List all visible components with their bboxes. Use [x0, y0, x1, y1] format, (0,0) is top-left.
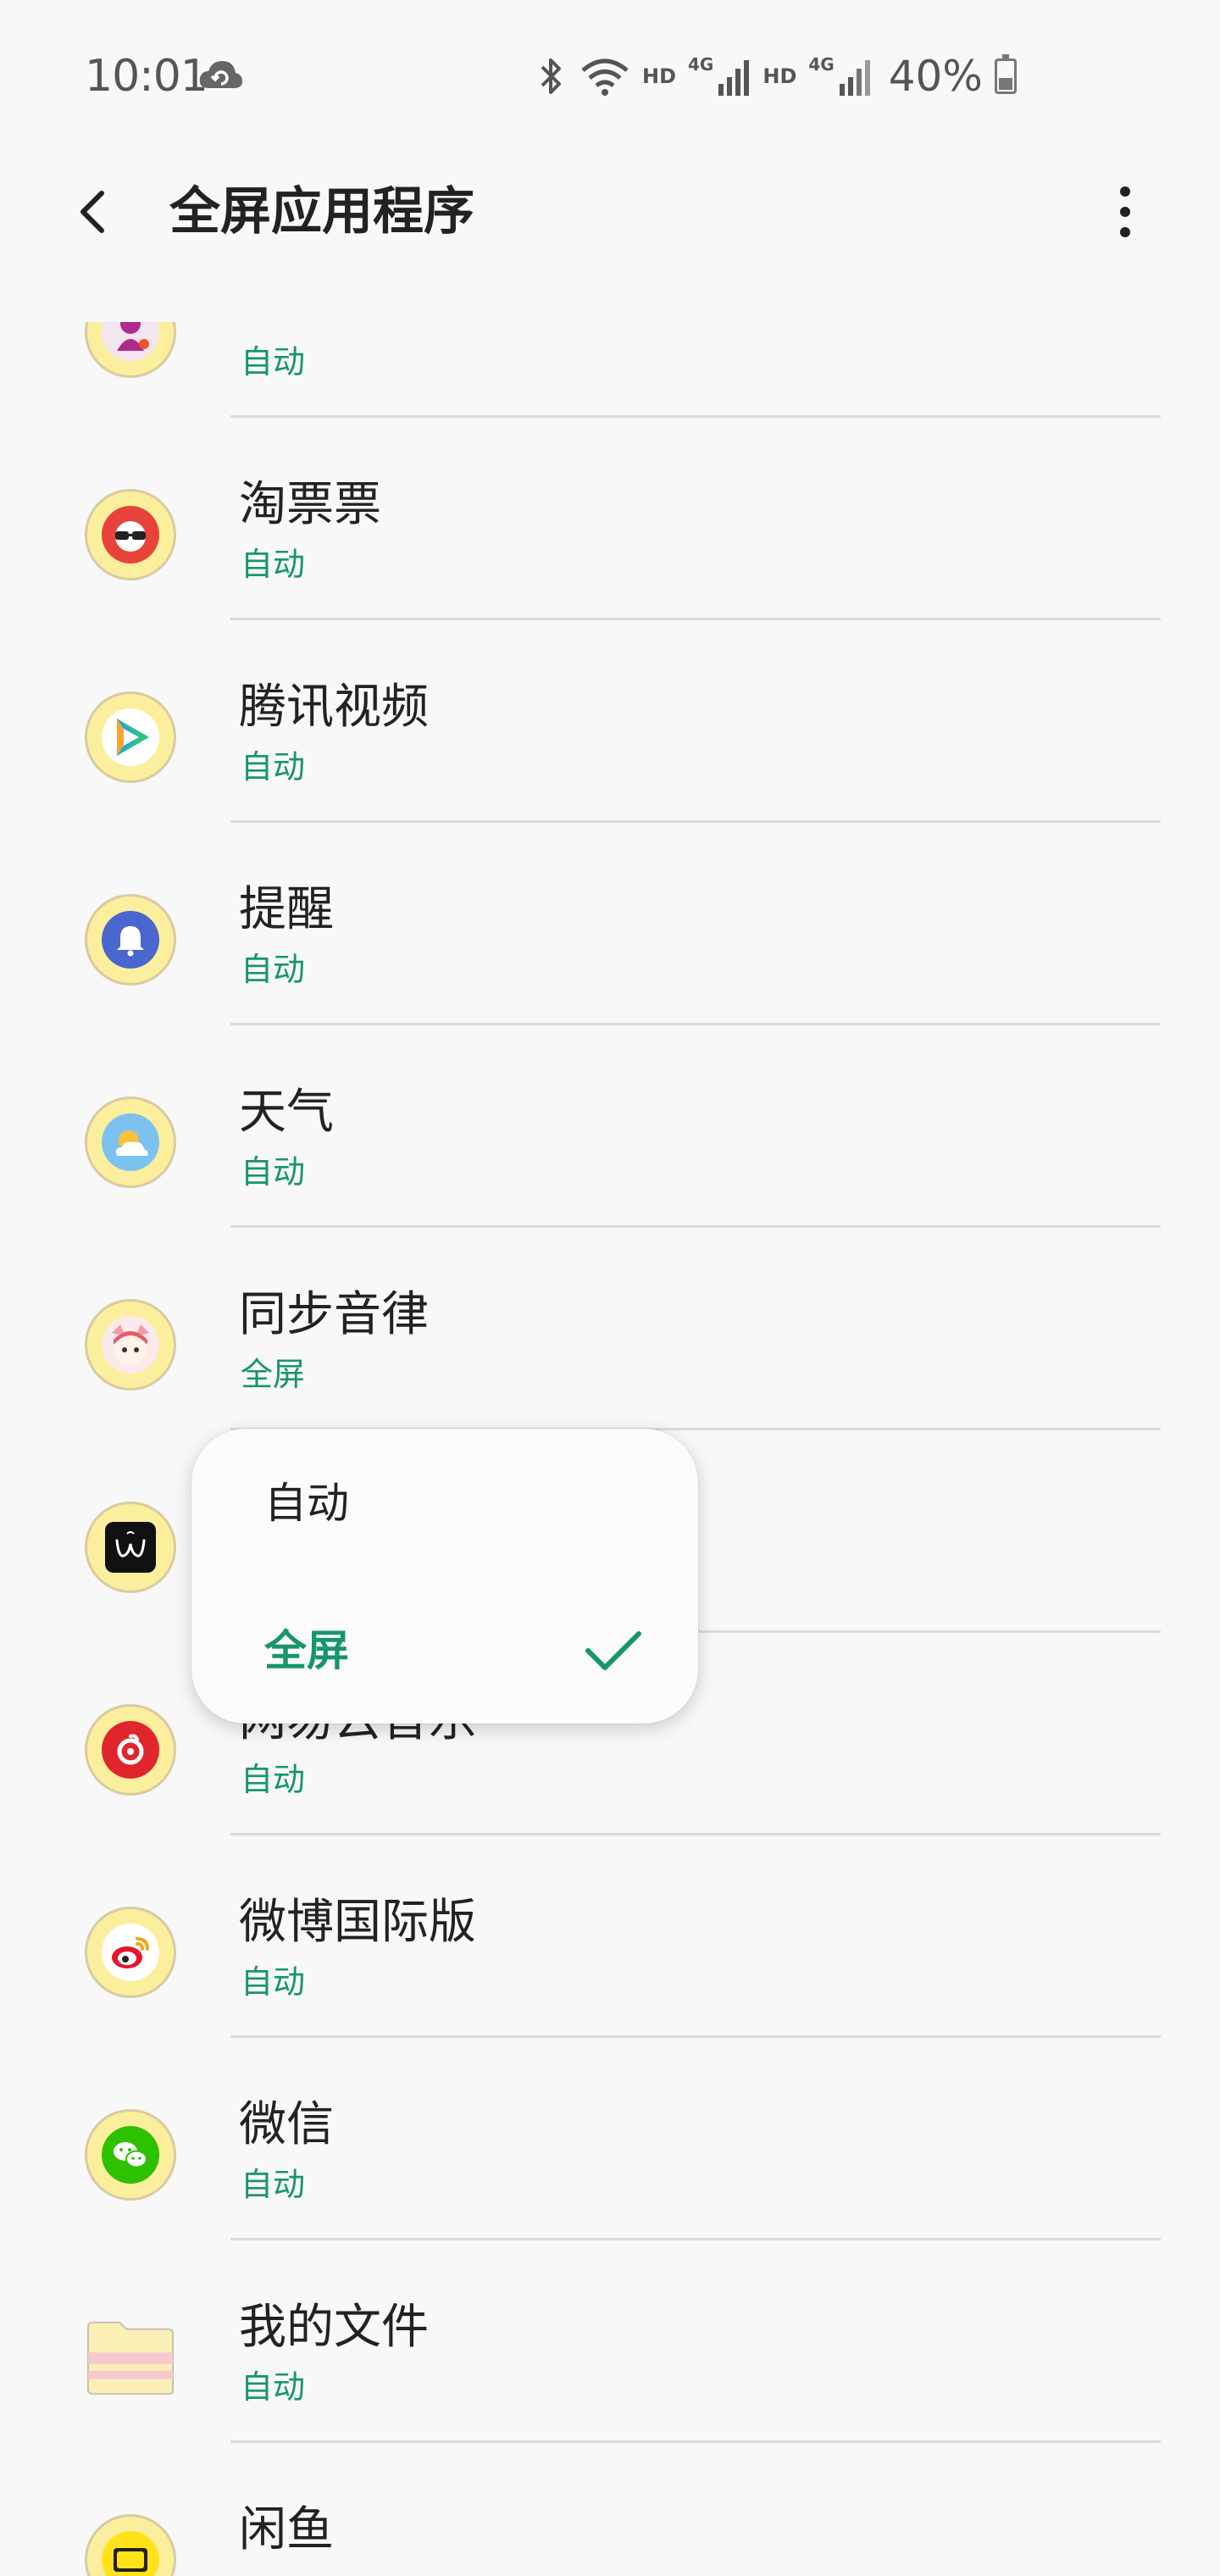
status-icons: HD 4G HD 4G 40% — [534, 49, 1017, 103]
battery-percent: 40% — [888, 52, 983, 101]
screen-mode-popup: 自动 全屏 — [191, 1429, 698, 1724]
taopiaopiao-icon — [85, 489, 176, 580]
list-item[interactable]: 闲鱼 — [0, 2443, 1220, 2576]
app-name: 淘票票 — [239, 477, 381, 532]
china-unicom-icon — [85, 322, 176, 378]
list-item[interactable]: 淘票票 自动 — [0, 418, 1220, 620]
signal-icon-2 — [839, 60, 870, 96]
app-mode: 自动 — [241, 2368, 306, 2406]
option-label: 全屏 — [264, 1626, 349, 1675]
w-app-icon — [85, 1502, 176, 1593]
app-mode: 自动 — [241, 1761, 306, 1798]
my-files-icon — [85, 2312, 176, 2403]
app-bar: 全屏应用程序 — [0, 153, 1220, 271]
more-options-button[interactable] — [1093, 178, 1161, 246]
screen: 10:01 HD 4G HD 4G 40% 全屏应用程序 自动 淘票票 自动 腾… — [0, 0, 1220, 2576]
reminder-bell-icon — [85, 894, 176, 985]
battery-icon — [994, 54, 1017, 94]
weibo-icon — [85, 1907, 176, 1998]
app-mode: 全屏 — [241, 1356, 306, 1393]
list-item[interactable]: 手机营业厅 自动 — [0, 322, 1220, 418]
hd-label-2: HD — [762, 64, 797, 88]
option-auto[interactable]: 自动 — [191, 1434, 698, 1569]
cloud-sync-icon — [199, 61, 242, 88]
status-bar: 10:01 HD 4G HD 4G 40% — [0, 0, 1220, 153]
signal-icon-1 — [718, 60, 750, 96]
sync-rhythm-icon — [85, 1299, 176, 1391]
app-name: 手机营业厅 — [239, 322, 476, 332]
app-mode: 自动 — [241, 748, 306, 786]
app-name: 同步音律 — [239, 1287, 429, 1342]
list-item[interactable]: 同步音律 全屏 — [0, 1228, 1220, 1430]
app-mode: 自动 — [241, 951, 306, 988]
list-item[interactable]: 微博国际版 自动 — [0, 1835, 1220, 2038]
list-item[interactable]: 腾讯视频 自动 — [0, 620, 1220, 823]
xianyu-icon — [85, 2514, 176, 2576]
network-type-1: 4G — [688, 54, 714, 75]
list-item[interactable]: 提醒 自动 — [0, 823, 1220, 1025]
page-title: 全屏应用程序 — [169, 182, 474, 242]
tencent-video-icon — [85, 691, 176, 783]
app-name: 腾讯视频 — [239, 680, 429, 735]
check-icon — [585, 1631, 641, 1670]
hd-label-1: HD — [642, 64, 677, 88]
app-name: 我的文件 — [239, 2300, 429, 2355]
app-name: 微信 — [239, 2097, 334, 2152]
netease-music-icon — [85, 1704, 176, 1796]
app-mode: 自动 — [241, 1963, 306, 2001]
back-button[interactable] — [63, 178, 130, 246]
list-item[interactable]: 微信 自动 — [0, 2038, 1220, 2240]
status-time: 10:01 — [85, 51, 208, 102]
list-item[interactable]: 我的文件 自动 — [0, 2240, 1220, 2443]
battery-level — [998, 77, 1012, 90]
option-label: 自动 — [264, 1479, 349, 1528]
wifi-icon — [581, 58, 629, 96]
app-mode: 自动 — [241, 546, 306, 583]
app-name: 微博国际版 — [239, 1895, 476, 1950]
weather-icon — [85, 1096, 176, 1188]
network-type-2: 4G — [808, 54, 835, 75]
list-item[interactable]: 天气 自动 — [0, 1025, 1220, 1228]
wechat-icon — [85, 2109, 176, 2201]
app-name: 天气 — [239, 1085, 334, 1140]
app-mode: 自动 — [241, 2166, 306, 2203]
app-name: 闲鱼 — [239, 2502, 334, 2557]
option-fullscreen[interactable]: 全屏 — [191, 1581, 698, 1717]
app-name: 提醒 — [239, 882, 334, 937]
app-mode: 自动 — [241, 1153, 306, 1191]
app-mode: 自动 — [241, 343, 306, 380]
bluetooth-icon — [541, 58, 561, 94]
